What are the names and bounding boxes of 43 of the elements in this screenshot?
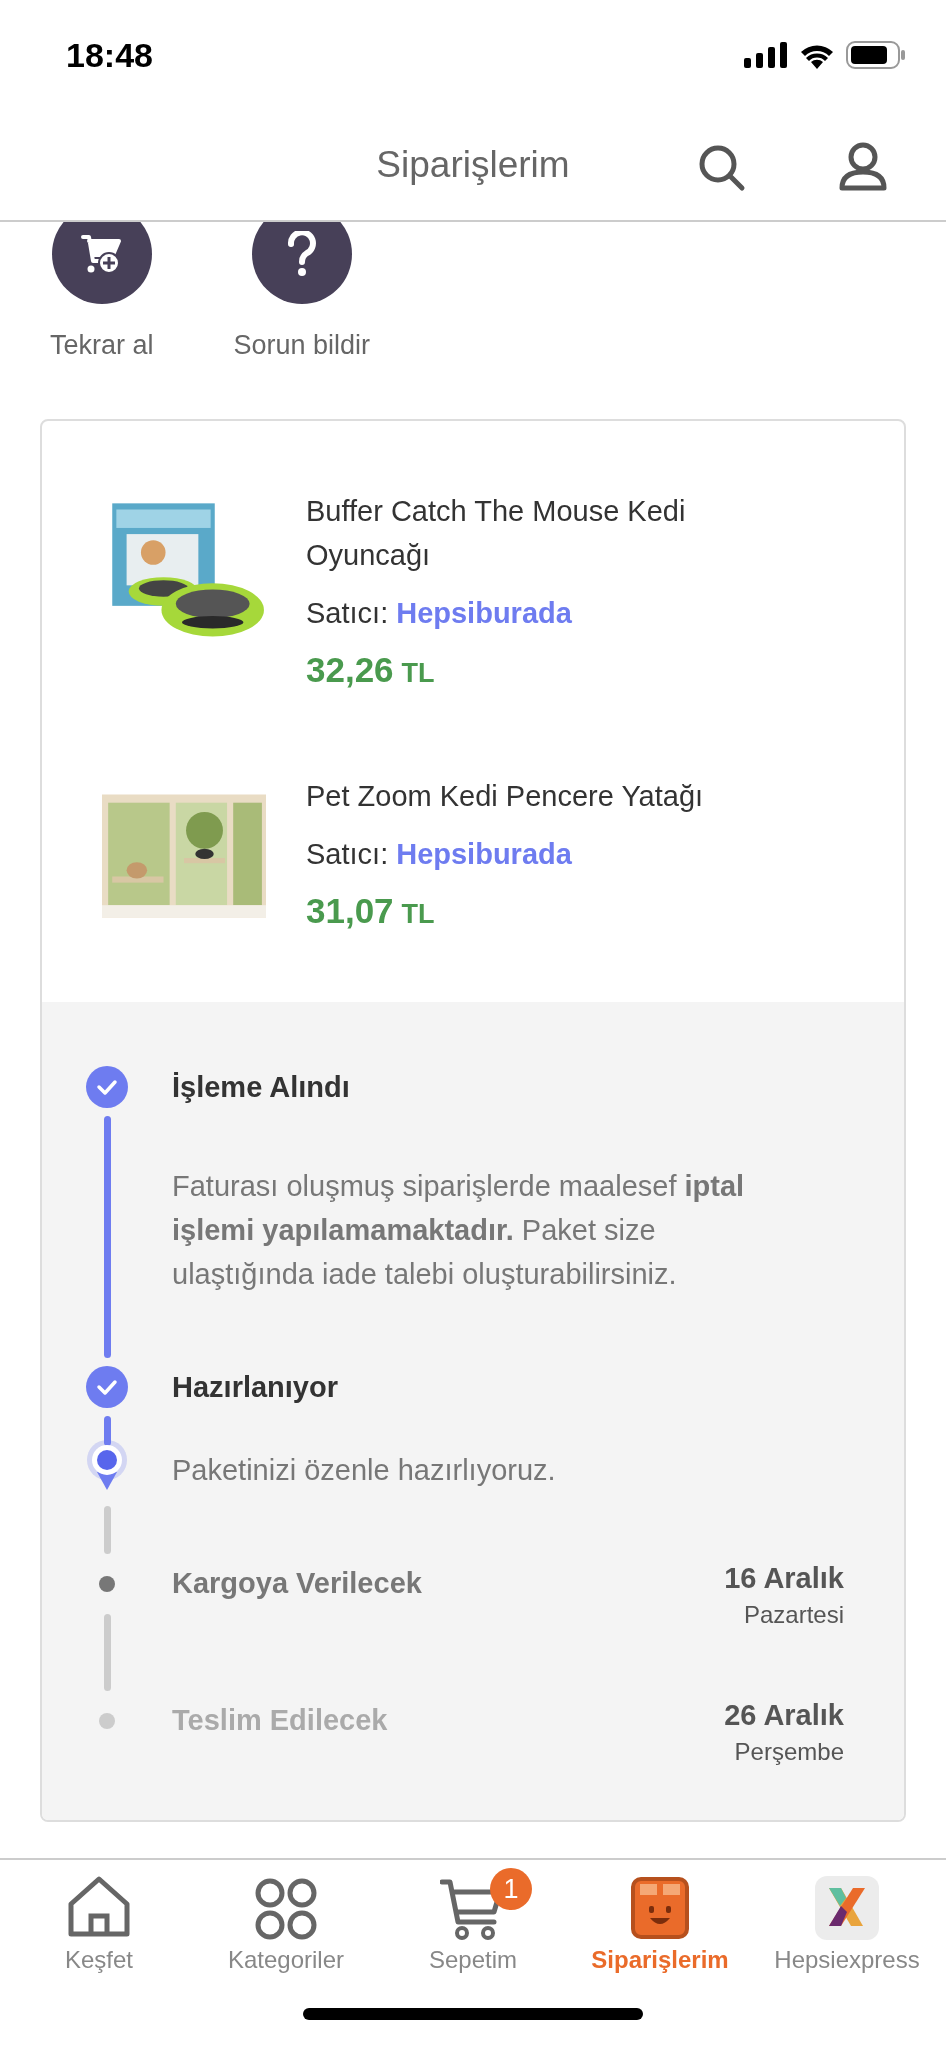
step-title: Kargoya Verilecek <box>172 1566 422 1601</box>
seller-label: Satıcı: <box>306 838 389 871</box>
step-date: 16 Aralık <box>724 1562 844 1595</box>
categories-icon <box>255 1878 317 1940</box>
product-name: Buffer Catch The Mouse Kedi Oyuncağı <box>306 494 687 573</box>
timeline-line <box>103 1416 111 1446</box>
status-time: 18:48 <box>66 35 153 75</box>
currency: TL <box>401 658 435 689</box>
step-dot <box>99 1576 115 1592</box>
express-app-icon <box>815 1876 879 1940</box>
step-dot <box>99 1713 115 1729</box>
question-icon <box>286 231 317 277</box>
nav-tab[interactable]: Keşfet <box>6 1872 192 2008</box>
smiling-box-icon <box>630 1876 690 1940</box>
signal-icon <box>744 42 788 68</box>
seller-link[interactable]: Hepsiburada <box>396 838 572 871</box>
currency: TL <box>401 899 435 930</box>
check-icon <box>86 1066 128 1108</box>
step-date: 26 Aralık <box>724 1699 844 1732</box>
step-note: Paketinizi özenle hazırlıyoruz. <box>172 1453 557 1488</box>
nav-tab[interactable]: Hepsiexpress <box>754 1872 940 2008</box>
step-day: Pazartesi <box>743 1601 844 1629</box>
seller-link[interactable]: Hepsiburada <box>396 597 572 630</box>
step-title: Hazırlanıyor <box>172 1370 338 1405</box>
step-title: İşleme Alındı <box>172 1070 350 1105</box>
price: 31,07 <box>306 891 394 931</box>
battery-icon <box>846 41 906 69</box>
page-title: Siparişlerim <box>376 144 570 186</box>
cart-count-badge: 1 <box>490 1868 532 1910</box>
seller-label: Satıcı: <box>306 597 389 630</box>
step-title: Teslim Edilecek <box>172 1703 388 1738</box>
nav-tab[interactable]: Siparişlerim <box>567 1872 753 2008</box>
product-name: Pet Zoom Kedi Pencere Yatağı <box>306 779 705 814</box>
profile-icon[interactable] <box>838 142 888 192</box>
price: 32,26 <box>306 650 394 690</box>
timeline-line <box>103 1506 111 1554</box>
step-note: Faturası oluşmuş siparişlerde maalesef iptal işlemi yapılamamaktadır. Paket size ulaştığında iade talebi oluşturabilirsiniz. <box>172 1169 746 1292</box>
home-icon <box>66 1874 132 1940</box>
check-icon <box>86 1366 128 1408</box>
step-day: Perşembe <box>734 1738 844 1766</box>
search-icon[interactable] <box>698 144 746 192</box>
nav-tab[interactable]: Kategoriler <box>193 1872 379 2008</box>
action-button[interactable]: Sorun bildir <box>233 222 371 361</box>
